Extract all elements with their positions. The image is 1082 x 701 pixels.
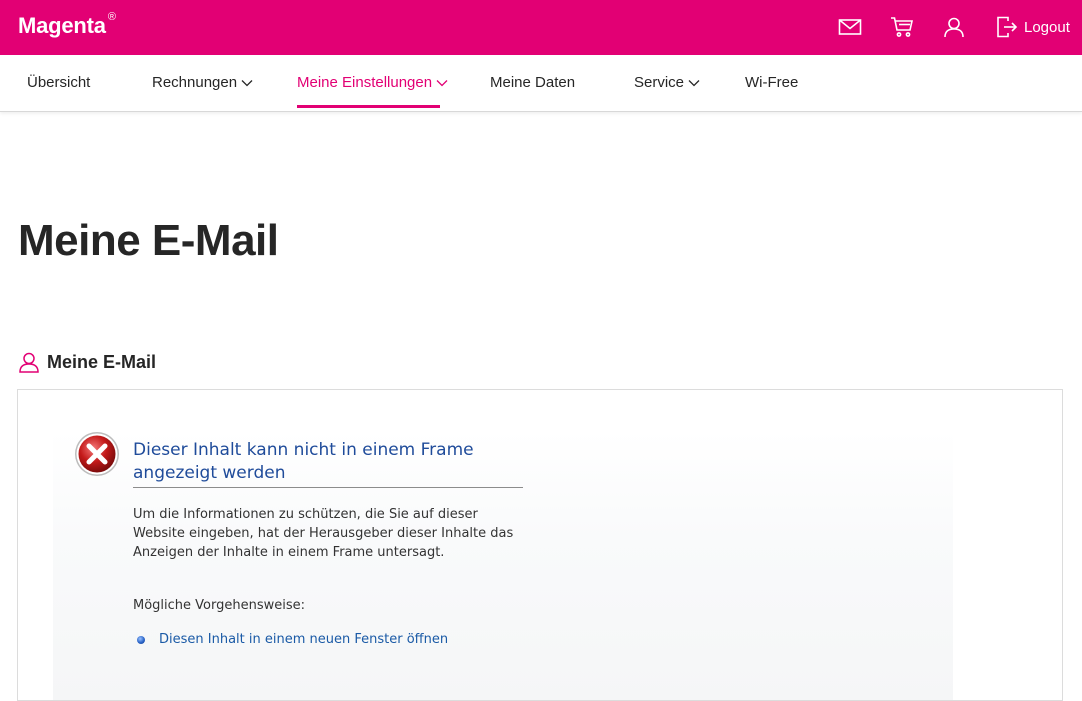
error-description: Um die Informationen zu schützen, die Si… <box>133 507 514 560</box>
chevron-down-icon <box>241 79 253 87</box>
section-header: Meine E-Mail <box>18 351 156 373</box>
logout-icon <box>996 16 1018 38</box>
nav-item-label: Meine Einstellungen <box>297 74 433 91</box>
nav-item-label: Wi-Free <box>745 74 799 91</box>
nav-item-label: Übersicht <box>27 74 91 91</box>
page-title: Meine E-Mail <box>18 216 279 265</box>
open-in-new-window-row: Diesen Inhalt in einem neuen Fenster öff… <box>137 632 448 647</box>
brand-logo[interactable]: Magenta ® <box>18 11 116 39</box>
error-title: Dieser Inhalt kann nicht in einem Frame … <box>133 440 474 483</box>
section-title: Meine E-Mail <box>47 351 157 372</box>
active-tab-indicator <box>297 105 440 108</box>
nav-item-label: Service <box>634 74 685 91</box>
user-icon <box>18 351 40 373</box>
divider <box>133 487 523 488</box>
nav-item-label: Rechnungen <box>152 74 238 91</box>
logout-button[interactable]: Logout <box>996 14 1070 40</box>
nav-item-service[interactable]: Service <box>634 74 700 91</box>
mail-icon[interactable] <box>837 14 863 40</box>
actions-heading: Mögliche Vorgehensweise: <box>133 598 306 613</box>
top-header: Magenta ® Logout <box>0 0 1082 55</box>
email-frame: Dieser Inhalt kann nicht in einem Frame … <box>17 389 1063 701</box>
bullet-icon <box>137 635 145 644</box>
nav-item-meine-daten[interactable]: Meine Daten <box>490 74 575 91</box>
main-nav: Übersicht Rechnungen Meine Einstellungen… <box>0 55 1082 112</box>
nav-item-label: Meine Daten <box>490 74 576 91</box>
nav-item-rechnungen[interactable]: Rechnungen <box>152 74 253 91</box>
frame-error-page: Dieser Inhalt kann nicht in einem Frame … <box>53 430 953 700</box>
nav-item-meine-einstellungen[interactable]: Meine Einstellungen <box>297 74 448 91</box>
chevron-down-icon <box>436 79 448 87</box>
logout-label: Logout <box>1024 18 1070 36</box>
nav-item-uebersicht[interactable]: Übersicht <box>27 74 90 91</box>
chevron-down-icon <box>688 79 700 87</box>
error-icon <box>73 430 121 482</box>
cart-icon[interactable] <box>889 14 915 40</box>
brand-name: Magenta <box>18 13 106 38</box>
open-in-new-window-link[interactable]: Diesen Inhalt in einem neuen Fenster öff… <box>159 632 448 647</box>
nav-item-wi-free[interactable]: Wi-Free <box>745 74 798 91</box>
registered-mark: ® <box>107 11 116 23</box>
user-icon[interactable] <box>941 14 967 40</box>
